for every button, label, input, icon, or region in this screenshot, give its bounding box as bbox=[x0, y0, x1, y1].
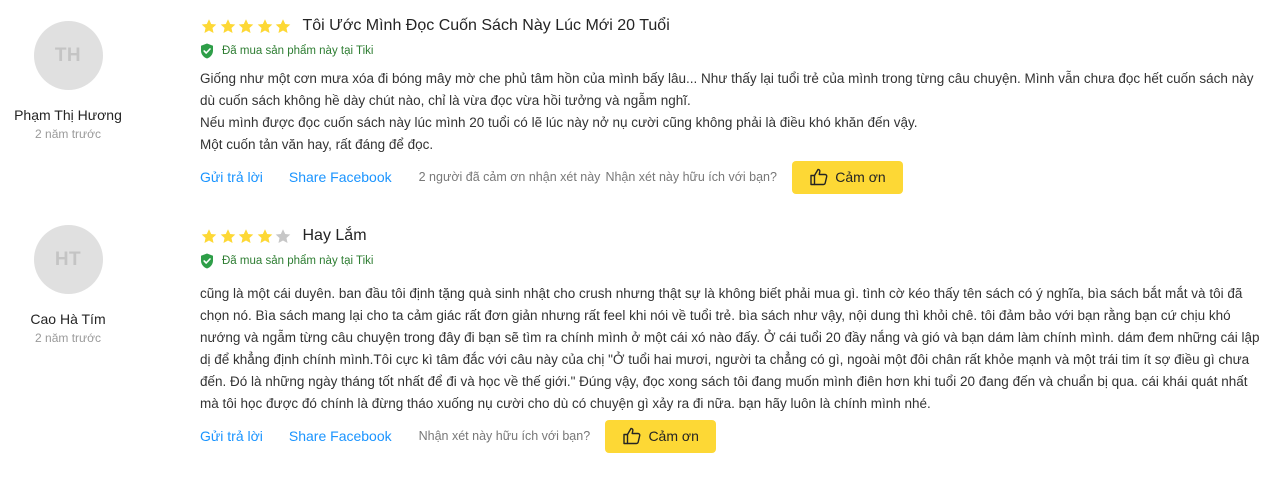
reviewer-name: Phạm Thị Hương bbox=[14, 107, 122, 123]
review-paragraph: Nếu mình được đọc cuốn sách này lúc mình… bbox=[200, 115, 918, 130]
review-content: Hay Lắm Đã mua sản phẩm này tại Tiki cũn… bbox=[200, 225, 1266, 453]
review-paragraph: Giống như một cơn mưa xóa đi bóng mây mờ… bbox=[200, 71, 1254, 108]
bought-label: Đã mua sản phẩm này tại Tiki bbox=[222, 45, 374, 57]
shield-check-icon bbox=[201, 43, 213, 59]
review-paragraph: cũng là một cái duyên. ban đầu tôi định … bbox=[200, 286, 1260, 411]
share-facebook-link[interactable]: Share Facebook bbox=[289, 169, 392, 185]
reply-link[interactable]: Gửi trả lời bbox=[200, 428, 263, 444]
bought-label: Đã mua sản phẩm này tại Tiki bbox=[222, 255, 374, 267]
rating-stars bbox=[200, 18, 293, 35]
thumbs-up-icon bbox=[623, 427, 641, 445]
review-paragraph: Một cuốn tản văn hay, rất đáng để đọc. bbox=[200, 137, 434, 152]
bought-badge: Đã mua sản phẩm này tại Tiki bbox=[200, 43, 1266, 59]
thumbs-up-icon bbox=[810, 168, 828, 186]
avatar: HT bbox=[33, 225, 103, 294]
rating-stars bbox=[200, 228, 293, 245]
review-content: Tôi Ước Mình Đọc Cuốn Sách Này Lúc Mới 2… bbox=[200, 15, 1266, 194]
review-item: TH Phạm Thị Hương 2 năm trước Tôi Ước Mì… bbox=[0, 0, 1280, 200]
thanks-button[interactable]: Cảm ơn bbox=[605, 419, 717, 453]
thanks-button[interactable]: Cảm ơn bbox=[791, 160, 903, 194]
star-icon bbox=[238, 228, 254, 243]
star-icon bbox=[201, 228, 217, 243]
review-header: Hay Lắm bbox=[200, 225, 1266, 247]
reviewer-info: TH Phạm Thị Hương 2 năm trước bbox=[0, 21, 136, 142]
star-icon bbox=[201, 18, 217, 33]
bought-badge: Đã mua sản phẩm này tại Tiki bbox=[200, 253, 1266, 269]
reviewer-info: HT Cao Hà Tím 2 năm trước bbox=[0, 225, 136, 346]
review-date: 2 năm trước bbox=[35, 331, 101, 345]
star-icon bbox=[220, 18, 235, 33]
review-header: Tôi Ước Mình Đọc Cuốn Sách Này Lúc Mới 2… bbox=[200, 15, 1266, 37]
star-icon bbox=[238, 18, 254, 33]
review-title: Tôi Ước Mình Đọc Cuốn Sách Này Lúc Mới 2… bbox=[302, 17, 670, 34]
thanks-label: Cảm ơn bbox=[648, 428, 699, 444]
star-icon bbox=[257, 228, 272, 243]
share-facebook-link[interactable]: Share Facebook bbox=[289, 428, 392, 444]
review-text: cũng là một cái duyên. ban đầu tôi định … bbox=[200, 283, 1266, 415]
review-title: Hay Lắm bbox=[302, 227, 367, 244]
thanks-count: 2 người đã cảm ơn nhận xét này bbox=[418, 170, 601, 184]
star-icon bbox=[275, 228, 291, 243]
star-icon bbox=[257, 18, 272, 33]
star-icon bbox=[275, 18, 291, 33]
avatar: TH bbox=[33, 21, 103, 90]
thanks-label: Cảm ơn bbox=[835, 169, 886, 185]
review-text: Giống như một cơn mưa xóa đi bóng mây mờ… bbox=[200, 68, 1266, 156]
helpful-question: Nhận xét này hữu ích với bạn? bbox=[418, 429, 591, 443]
review-actions: Gửi trả lời Share Facebook 2 người đã cả… bbox=[200, 160, 1266, 194]
shield-check-icon bbox=[201, 253, 213, 269]
reply-link[interactable]: Gửi trả lời bbox=[200, 169, 263, 185]
review-actions: Gửi trả lời Share Facebook Nhận xét này … bbox=[200, 419, 1266, 453]
helpful-question: Nhận xét này hữu ích với bạn? bbox=[605, 170, 777, 184]
review-item: HT Cao Hà Tím 2 năm trước Hay Lắm Đã mua… bbox=[0, 210, 1280, 483]
reviewer-name: Cao Hà Tím bbox=[30, 311, 106, 327]
star-icon bbox=[220, 228, 235, 243]
review-date: 2 năm trước bbox=[35, 127, 101, 141]
